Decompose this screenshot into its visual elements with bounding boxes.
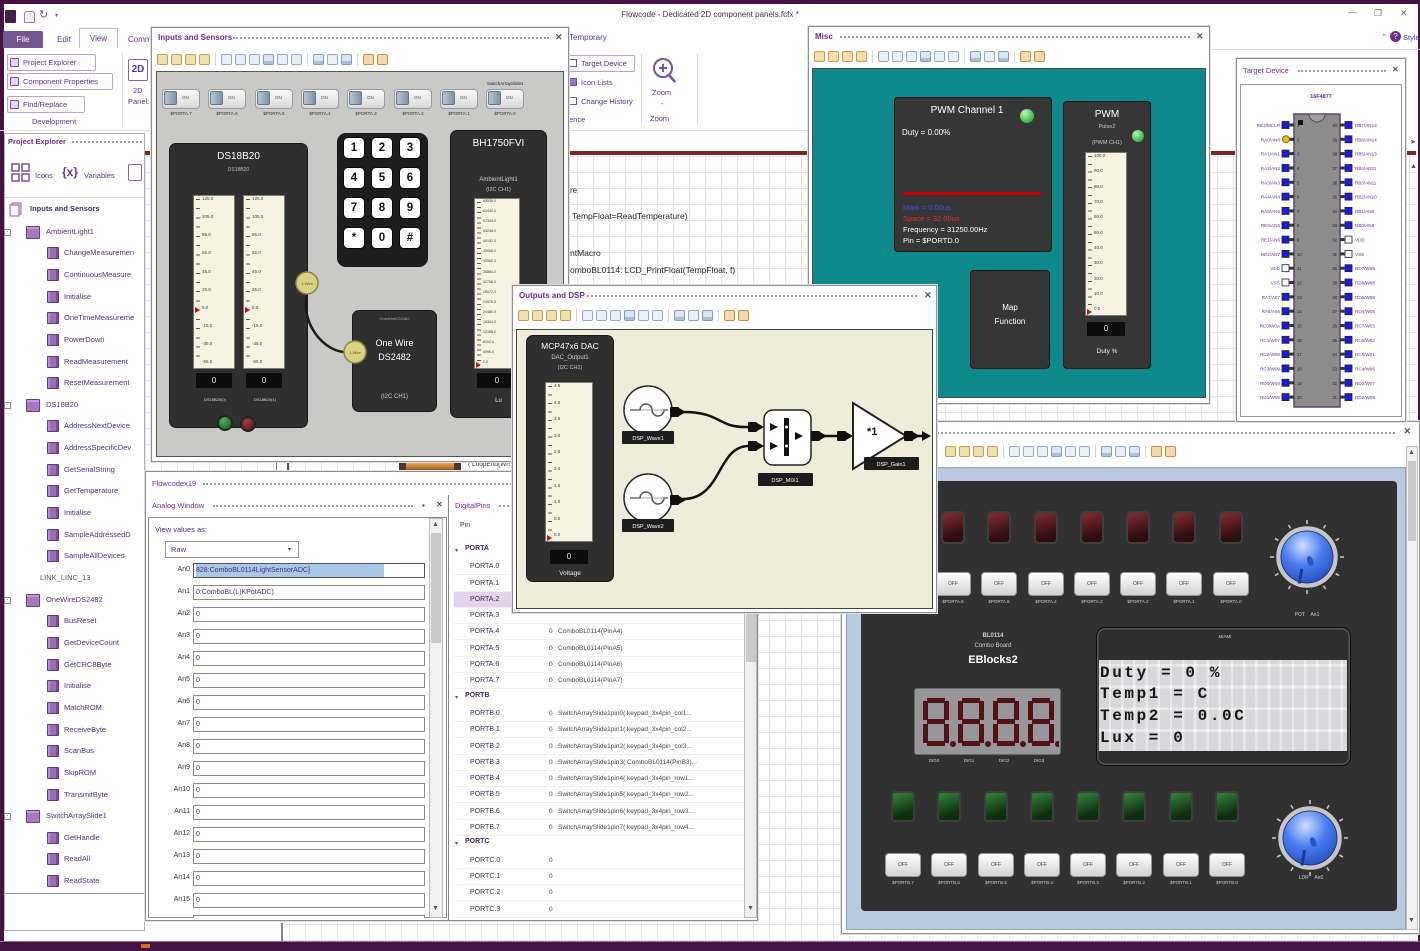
svg-text:RB4/AN11: RB4/AN11	[1355, 166, 1377, 171]
svg-text:RC3/W09: RC3/W09	[1260, 366, 1280, 371]
svg-text:34: 34	[1332, 209, 1337, 214]
svg-text:RE1/AN6: RE1/AN6	[1261, 238, 1281, 243]
svg-text:RA4/AN4: RA4/AN4	[1261, 195, 1281, 200]
svg-text:25: 25	[1332, 338, 1337, 343]
svg-text:1-Wire: 1-Wire	[349, 350, 362, 355]
svg-text:RA2/AN2: RA2/AN2	[1261, 166, 1281, 171]
svg-text:23: 23	[1332, 366, 1337, 371]
svg-text:28: 28	[1332, 295, 1337, 300]
svg-text:39: 39	[1332, 137, 1337, 142]
svg-text:14: 14	[1297, 309, 1302, 314]
svg-text:15: 15	[1297, 324, 1302, 329]
svg-text:RD6/W08: RD6/W08	[1355, 281, 1375, 286]
svg-text:12: 12	[1297, 281, 1302, 286]
svg-text:RA1/AN1: RA1/AN1	[1261, 152, 1281, 157]
svg-text:VSS: VSS	[1355, 252, 1364, 257]
svg-text:30: 30	[1332, 266, 1337, 271]
svg-text:20: 20	[1297, 395, 1302, 400]
svg-text:VDD: VDD	[1355, 238, 1365, 243]
svg-text:16F4877: 16F4877	[1310, 94, 1332, 100]
svg-text:RA5/AN5: RA5/AN5	[1261, 209, 1281, 214]
svg-text:RD0/W04: RD0/W04	[1260, 381, 1280, 386]
svg-text:RC0/W0A: RC0/W0A	[1260, 324, 1281, 329]
svg-text:RE3/MCLR: RE3/MCLR	[1257, 123, 1281, 128]
svg-text:31: 31	[1332, 252, 1337, 257]
svg-text:11: 11	[1297, 266, 1302, 271]
svg-text:1-Wire: 1-Wire	[301, 281, 314, 286]
svg-text:RB7/AN13: RB7/AN13	[1355, 123, 1377, 128]
svg-text:40: 40	[1332, 123, 1337, 128]
svg-text:29: 29	[1332, 281, 1337, 286]
svg-text:VDD: VDD	[1270, 266, 1280, 271]
svg-text:RB3/AN11: RB3/AN11	[1355, 180, 1377, 185]
svg-text:RA3/AN3: RA3/AN3	[1261, 180, 1281, 185]
svg-text:RD7/W05: RD7/W05	[1355, 266, 1375, 271]
svg-text:18: 18	[1297, 366, 1302, 371]
svg-text:26: 26	[1332, 324, 1337, 329]
svg-text:13: 13	[1297, 295, 1302, 300]
svg-text:16: 16	[1297, 338, 1302, 343]
svg-text:36: 36	[1332, 180, 1337, 185]
svg-text:RD2/W06: RD2/W06	[1355, 395, 1375, 400]
svg-text:RD3/W07: RD3/W07	[1355, 381, 1375, 386]
svg-text:RB2/AN10: RB2/AN10	[1355, 195, 1377, 200]
svg-text:21: 21	[1332, 395, 1337, 400]
svg-text:RC6/W02: RC6/W02	[1355, 338, 1375, 343]
svg-text:22: 22	[1332, 381, 1337, 386]
svg-text:DSP_Wave2: DSP_Wave2	[632, 524, 663, 530]
svg-text:RA6/A06: RA6/A06	[1262, 309, 1281, 314]
svg-text:38: 38	[1332, 152, 1337, 157]
svg-text:17: 17	[1297, 352, 1302, 357]
svg-text:DSP_Gain1: DSP_Gain1	[876, 462, 905, 468]
svg-text:RC2/W08: RC2/W08	[1260, 352, 1280, 357]
svg-text:27: 27	[1332, 309, 1337, 314]
svg-text:RB5/AN13: RB5/AN13	[1355, 152, 1377, 157]
svg-text:32: 32	[1332, 238, 1337, 243]
svg-text:33: 33	[1332, 223, 1337, 228]
svg-text:RC7/W03: RC7/W03	[1355, 324, 1375, 329]
svg-text:RD5/W09: RD5/W09	[1355, 295, 1375, 300]
svg-text:RC5/W01: RC5/W01	[1355, 352, 1375, 357]
svg-text:24: 24	[1332, 352, 1337, 357]
svg-text:35: 35	[1332, 195, 1337, 200]
svg-text:RC1/W07: RC1/W07	[1260, 338, 1280, 343]
svg-text:10: 10	[1297, 252, 1302, 257]
svg-text:RD1/W05: RD1/W05	[1260, 395, 1280, 400]
svg-text:RD4/W08: RD4/W08	[1355, 309, 1375, 314]
svg-text:RA0/AN0: RA0/AN0	[1261, 137, 1281, 142]
svg-text:19: 19	[1297, 381, 1302, 386]
svg-text:RB6/AN14: RB6/AN14	[1355, 137, 1377, 142]
svg-text:RE0/AN5: RE0/AN5	[1261, 223, 1281, 228]
svg-text:RA7/A07: RA7/A07	[1262, 295, 1281, 300]
svg-text:37: 37	[1332, 166, 1337, 171]
svg-text:RC4/W06: RC4/W06	[1355, 366, 1375, 371]
svg-text:RE2/AN7: RE2/AN7	[1261, 252, 1281, 257]
svg-text:RB1/AN9: RB1/AN9	[1355, 209, 1375, 214]
svg-text:DSP_Wave1: DSP_Wave1	[632, 436, 663, 442]
svg-text:RB0/AN8: RB0/AN8	[1355, 223, 1375, 228]
svg-text:*1: *1	[867, 426, 877, 438]
svg-text:VSS: VSS	[1271, 281, 1280, 286]
svg-text:DSP_MIX1: DSP_MIX1	[771, 478, 798, 484]
